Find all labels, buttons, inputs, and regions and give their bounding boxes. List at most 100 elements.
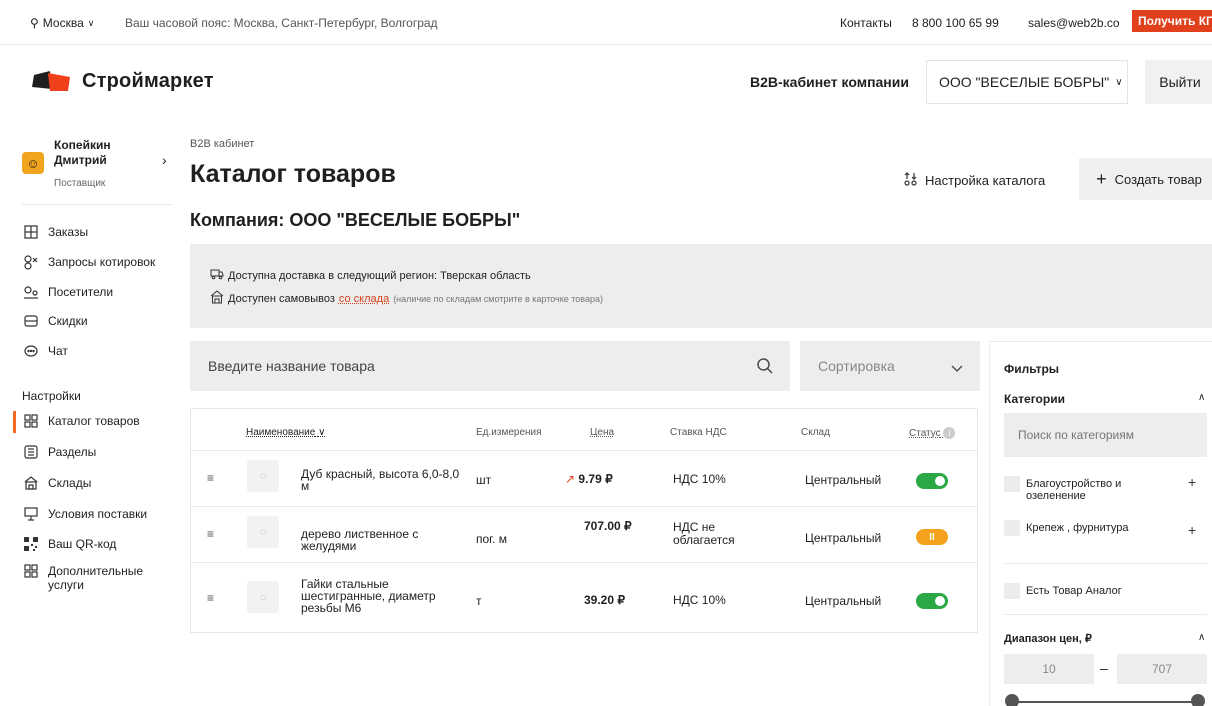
expand-plus-icon[interactable]: + [1188, 522, 1196, 538]
category-search-input[interactable]: Поиск по категориям [1004, 413, 1207, 457]
drag-handle-icon[interactable]: ≡ [207, 591, 214, 605]
price-range-title[interactable]: Диапазон цен, ₽ [1004, 632, 1092, 645]
logout-button[interactable]: Выйти [1145, 60, 1212, 104]
catalog-settings-button[interactable]: Настройка каталога [903, 171, 1045, 190]
table-row[interactable]: ≡ ○ Дуб красный, высота 6,0-8,0 м шт ↗ 9… [191, 450, 977, 506]
drag-handle-icon[interactable]: ≡ [207, 527, 214, 541]
email-link[interactable]: sales@web2b.co [1028, 16, 1120, 30]
sidebar-item-visitors[interactable]: Посетители [22, 284, 182, 300]
table-row[interactable]: ≡ ○ Гайки стальные шестигранные, диаметр… [191, 562, 977, 632]
table-row[interactable]: ≡ ○ дерево лиственное с желудями пог. м … [191, 506, 977, 562]
category-checkbox-fasteners[interactable]: Крепеж , фурнитура [1004, 520, 1129, 536]
product-search-input[interactable]: Введите название товара [190, 341, 790, 391]
product-warehouse: Центральный [805, 594, 882, 608]
product-price: ↗ 9.79 ₽ [565, 473, 613, 486]
search-icon[interactable] [756, 357, 774, 378]
product-unit: шт [476, 473, 492, 487]
product-unit: пог. м [476, 532, 508, 546]
breadcrumb[interactable]: B2B кабинет [190, 138, 254, 150]
column-header-status[interactable]: Статус i [909, 427, 956, 439]
avatar: ☺ [22, 152, 44, 174]
analog-checkbox[interactable]: Есть Товар Аналог [1004, 583, 1122, 599]
store-icon [210, 290, 224, 307]
user-name: Копейкин Дмитрий [54, 138, 111, 167]
timezone-text: Ваш часовой пояс: Москва, Санкт-Петербур… [125, 16, 438, 30]
product-image-placeholder: ○ [247, 581, 279, 613]
sidebar-item-qr[interactable]: Ваш QR-код [22, 536, 182, 552]
drag-handle-icon[interactable]: ≡ [207, 471, 214, 485]
delivery-text: Доступна доставка в следующий регион: Тв… [228, 269, 531, 282]
sidebar-item-label: Посетители [48, 285, 114, 299]
sidebar-item-warehouses[interactable]: Склады [22, 475, 182, 491]
category-label: Благоустройство и озеленение [1026, 478, 1122, 502]
status-toggle-active[interactable] [916, 593, 948, 609]
product-vat: НДС не облагается [673, 520, 735, 547]
sidebar-item-orders[interactable]: Заказы [22, 224, 182, 240]
logo[interactable]: Строймаркет [30, 69, 214, 93]
quotes-icon [22, 254, 40, 270]
pickup-warehouse-link[interactable]: со склада [339, 293, 389, 305]
sidebar-item-label: Заказы [48, 225, 89, 239]
get-kp-button[interactable]: Получить КП [1132, 10, 1212, 32]
price-min-input[interactable]: 10 [1004, 654, 1094, 684]
price-chart-icon[interactable]: ↗ [565, 472, 575, 486]
sidebar-item-discounts[interactable]: Скидки [22, 313, 182, 329]
city-selector[interactable]: ⚲ Москва ∨ [30, 16, 94, 30]
create-product-label: Создать товар [1114, 171, 1202, 187]
delivery-terms-icon [22, 506, 40, 522]
product-price-value: 9.79 ₽ [578, 472, 613, 486]
price-slider-min-handle[interactable] [1005, 694, 1019, 706]
user-role: Поставщик [54, 178, 106, 189]
price-slider-max-handle[interactable] [1191, 694, 1205, 706]
plus-icon: + [1096, 168, 1107, 189]
product-name[interactable]: Дуб красный, высота 6,0-8,0 м [301, 468, 461, 492]
filters-panel: Фильтры Категории ∧ Поиск по категориям … [989, 341, 1212, 706]
column-header-name[interactable]: Наименование ∨ [246, 427, 325, 438]
sidebar-item-label: Склады [48, 476, 92, 490]
info-icon[interactable]: i [943, 427, 956, 439]
column-header-price[interactable]: Цена [590, 427, 614, 438]
product-name[interactable]: дерево лиственное с желудями [301, 528, 461, 552]
status-toggle-paused[interactable]: II [916, 529, 948, 545]
expand-plus-icon[interactable]: + [1188, 474, 1196, 490]
phone-link[interactable]: 8 800 100 65 99 [912, 16, 999, 30]
category-checkbox-landscaping[interactable]: Благоустройство и озеленение [1004, 476, 1156, 502]
checkbox[interactable] [1004, 476, 1020, 492]
range-dash: – [1100, 660, 1108, 676]
price-max-input[interactable]: 707 [1117, 654, 1207, 684]
checkbox[interactable] [1004, 520, 1020, 536]
sort-placeholder: Сортировка [818, 358, 895, 374]
create-product-button[interactable]: + Создать товар [1079, 158, 1212, 200]
status-toggle-active[interactable] [916, 473, 948, 489]
product-unit: т [476, 594, 482, 608]
product-name[interactable]: Гайки стальные шестигранные, диаметр рез… [301, 578, 451, 614]
analog-label: Есть Товар Аналог [1026, 585, 1122, 597]
chevron-down-icon: ∨ [1115, 76, 1123, 88]
price-slider-track[interactable] [1012, 701, 1198, 703]
sidebar-item-chat[interactable]: Чат [22, 343, 182, 359]
sidebar-item-label: Чат [48, 344, 68, 358]
chevron-up-icon[interactable]: ∧ [1198, 392, 1205, 403]
company-title: Компания: ООО "ВЕСЕЛЫЕ БОБРЫ" [190, 210, 521, 230]
filters-title: Фильтры [1004, 362, 1060, 376]
sort-select[interactable]: Сортировка [800, 341, 980, 391]
sidebar-item-label: Условия поставки [48, 507, 148, 521]
sidebar-item-label: Запросы котировок [48, 255, 156, 269]
sidebar-item-catalog[interactable]: Каталог товаров [22, 413, 182, 429]
qr-icon [22, 536, 40, 552]
truck-icon [210, 268, 224, 283]
sidebar-item-label: Дополнительные услуги [48, 564, 143, 592]
product-price: 707.00 ₽ [584, 519, 632, 533]
filters-divider [1004, 563, 1207, 564]
categories-title[interactable]: Категории [1004, 392, 1065, 406]
sidebar-item-sections[interactable]: Разделы [22, 444, 182, 460]
company-select[interactable]: ООО "ВЕСЕЛЫЕ БОБРЫ" ∨ [926, 60, 1128, 104]
contacts-link[interactable]: Контакты [840, 16, 892, 30]
checkbox[interactable] [1004, 583, 1020, 599]
sidebar-item-quotes[interactable]: Запросы котировок [22, 254, 182, 270]
sidebar-item-services[interactable]: Дополнительные услуги [22, 563, 182, 592]
sidebar-item-delivery-terms[interactable]: Условия поставки [22, 506, 182, 522]
chevron-down-icon: ∨ [87, 17, 95, 28]
sidebar-item-label: Каталог товаров [48, 414, 140, 428]
chevron-up-icon[interactable]: ∧ [1198, 632, 1205, 643]
